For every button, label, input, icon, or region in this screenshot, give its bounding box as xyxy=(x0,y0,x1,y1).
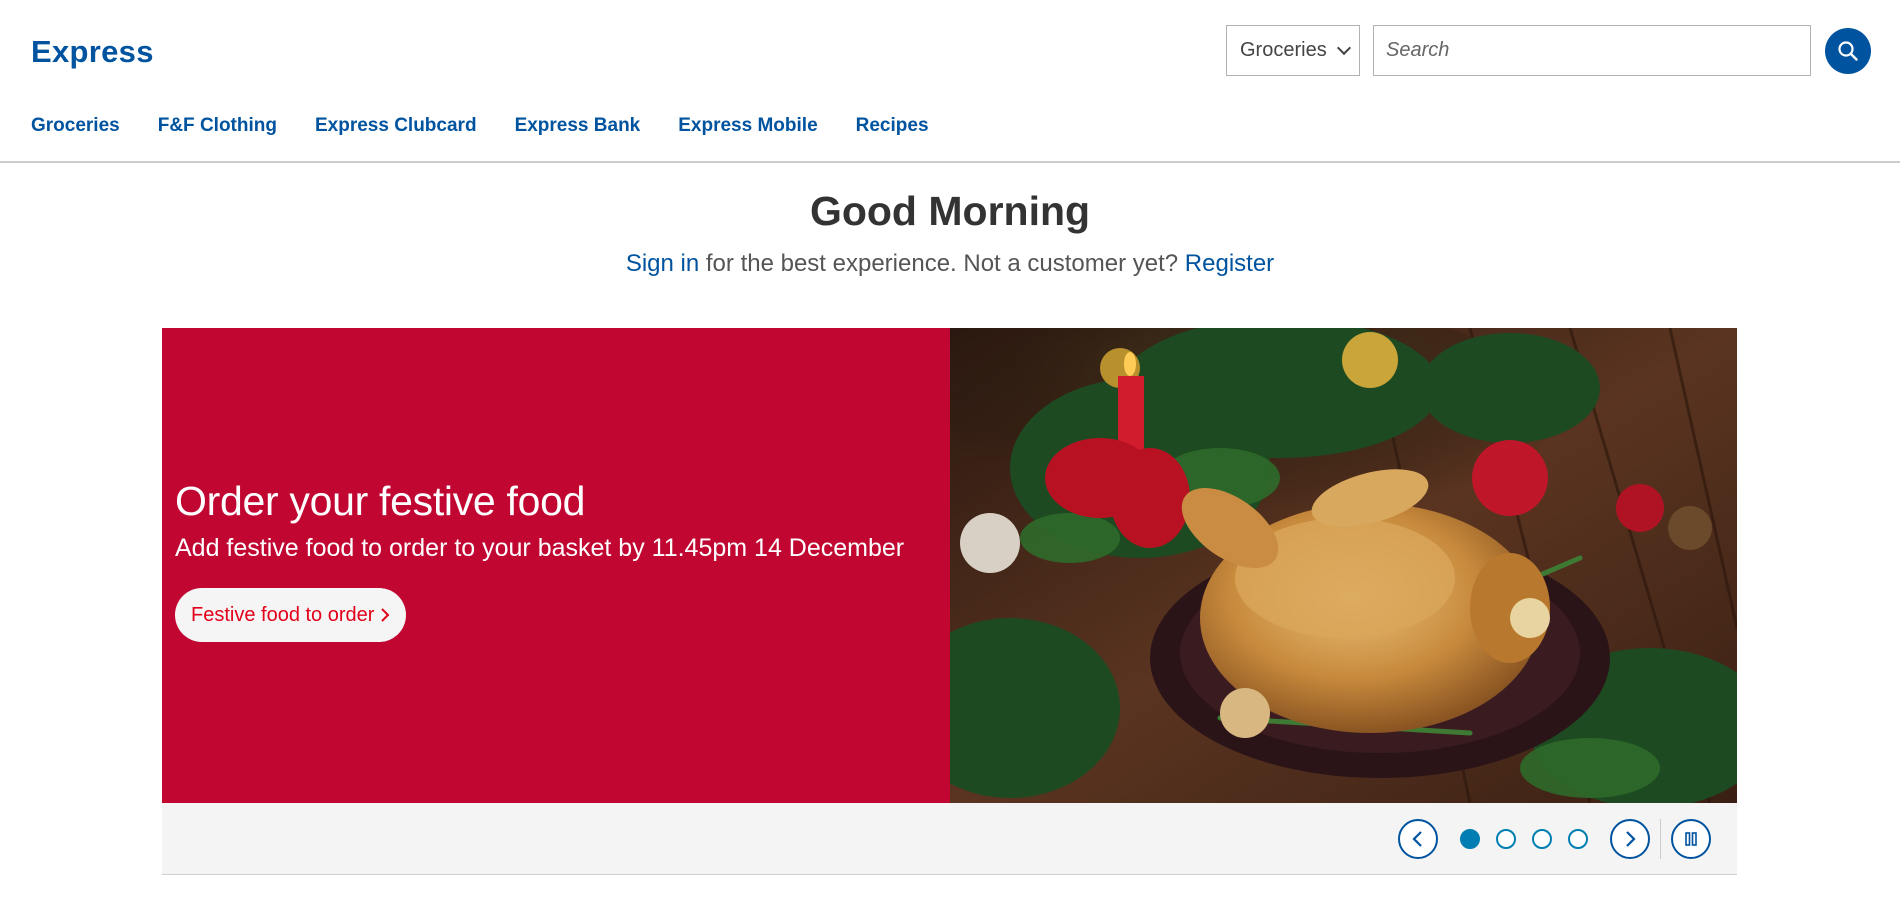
signin-prompt-text: for the best experience. Not a customer … xyxy=(699,250,1185,277)
search-input[interactable] xyxy=(1373,25,1811,76)
banner-subtitle: Add festive food to order to your basket… xyxy=(175,534,905,562)
carousel-dot-4[interactable] xyxy=(1568,829,1588,849)
category-select[interactable]: Groceries xyxy=(1226,25,1360,76)
carousel-nav xyxy=(1398,819,1711,859)
express-logo[interactable]: Express xyxy=(31,34,154,70)
nav-item-ff-clothing[interactable]: F&F Clothing xyxy=(158,115,277,137)
carousel-dot-2[interactable] xyxy=(1496,829,1516,849)
carousel-dot-3[interactable] xyxy=(1532,829,1552,849)
sign-in-link[interactable]: Sign in xyxy=(626,250,699,277)
search-bar: Groceries xyxy=(1226,25,1871,76)
main-nav: Groceries F&F Clothing Express Clubcard … xyxy=(31,115,929,137)
nav-item-clubcard[interactable]: Express Clubcard xyxy=(315,115,477,137)
nav-item-groceries[interactable]: Groceries xyxy=(31,115,120,137)
pause-icon xyxy=(1685,832,1697,846)
nav-item-recipes[interactable]: Recipes xyxy=(856,115,929,137)
festive-food-button-label: Festive food to order xyxy=(191,603,375,626)
chevron-right-icon xyxy=(381,608,390,622)
nav-item-mobile[interactable]: Express Mobile xyxy=(678,115,817,137)
carousel-next-button[interactable] xyxy=(1610,819,1650,859)
festive-food-button[interactable]: Festive food to order xyxy=(175,588,407,642)
category-select-value: Groceries xyxy=(1240,39,1327,61)
chevron-right-icon xyxy=(1626,831,1636,847)
banner-title: Order your festive food xyxy=(175,478,586,524)
register-link[interactable]: Register xyxy=(1185,250,1274,277)
chevron-down-icon xyxy=(1336,40,1352,56)
festive-roast-image xyxy=(950,328,1737,803)
banner-text-panel: Order your festive food Add festive food… xyxy=(162,328,950,803)
carousel-pause-button[interactable] xyxy=(1671,819,1711,859)
search-icon xyxy=(1838,40,1858,61)
signin-prompt: Sign in for the best experience. Not a c… xyxy=(0,250,1900,278)
search-button[interactable] xyxy=(1825,27,1871,74)
nav-item-bank[interactable]: Express Bank xyxy=(515,115,641,137)
carousel-controls xyxy=(162,803,1737,875)
greeting-title: Good Morning xyxy=(809,188,1091,234)
chevron-left-icon xyxy=(1412,831,1422,847)
hero-banner: Order your festive food Add festive food… xyxy=(162,328,1737,803)
carousel-dot-1[interactable] xyxy=(1460,829,1480,849)
site-header: Express Groceries Groceries F&F Clothing… xyxy=(0,0,1900,163)
carousel-divider xyxy=(1660,819,1661,859)
carousel-prev-button[interactable] xyxy=(1398,819,1438,859)
